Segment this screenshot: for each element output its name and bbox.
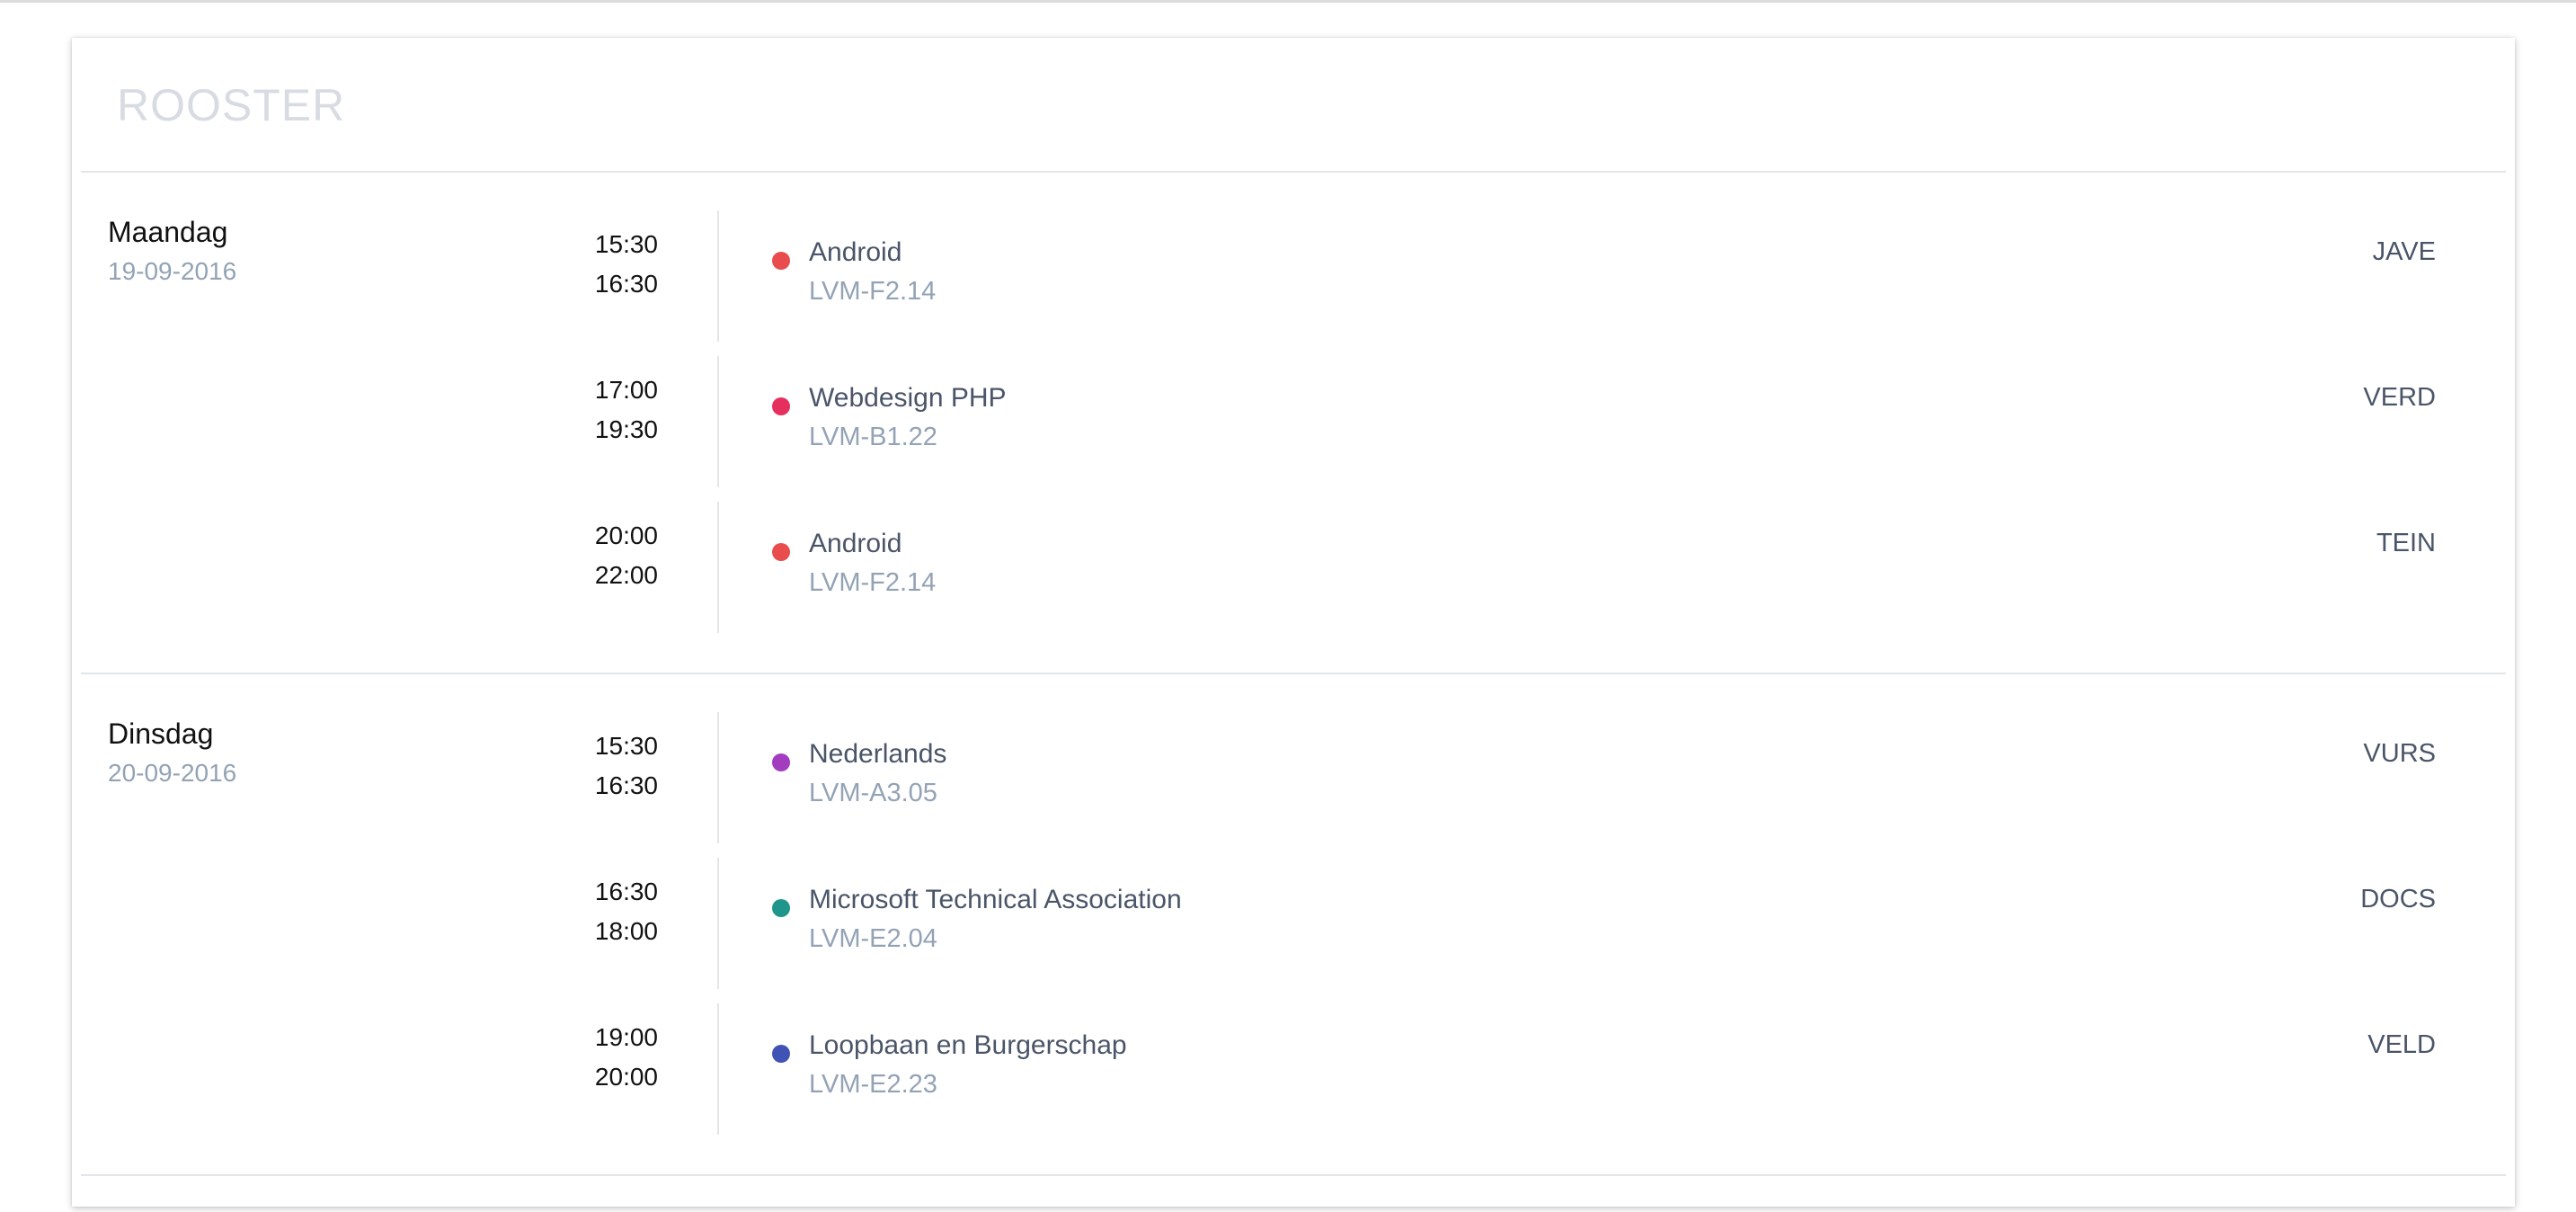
lesson-item[interactable]: 15:30 16:30 Nederlands LVM-A3.05 VURS xyxy=(72,712,2515,843)
room-code: LVM-F2.14 xyxy=(809,568,937,597)
lesson-item[interactable]: 15:30 16:30 Android LVM-F2.14 JAVE xyxy=(72,210,2515,342)
end-time: 16:30 xyxy=(594,270,658,298)
divider xyxy=(81,673,2506,674)
subject-name: Nederlands xyxy=(809,739,947,769)
teacher-code: DOCS xyxy=(2360,885,2436,913)
lesson-item[interactable]: 16:30 18:00 Microsoft Technical Associat… xyxy=(72,858,2515,989)
subject-color-dot xyxy=(772,252,790,270)
schedule-card: ROOSTER Maandag 19-09-2016 15:30 16:30 A… xyxy=(72,38,2515,1207)
subject-color-dot xyxy=(772,397,790,415)
divider xyxy=(81,171,2506,173)
subject-name: Android xyxy=(809,529,902,558)
subject-color-dot xyxy=(772,543,790,561)
timeline-divider xyxy=(717,1003,719,1135)
start-time: 20:00 xyxy=(594,521,658,549)
teacher-code: VERD xyxy=(2363,383,2436,412)
end-time: 16:30 xyxy=(594,771,658,799)
room-code: LVM-E2.23 xyxy=(809,1070,937,1099)
teacher-code: VELD xyxy=(2367,1030,2436,1059)
page-title: ROOSTER xyxy=(117,80,346,130)
teacher-code: TEIN xyxy=(2376,529,2436,557)
lesson-item[interactable]: 19:00 20:00 Loopbaan en Burgerschap LVM-… xyxy=(72,1003,2515,1135)
room-code: LVM-E2.04 xyxy=(809,924,937,953)
start-time: 19:00 xyxy=(594,1023,658,1051)
start-time: 17:00 xyxy=(594,376,658,404)
room-code: LVM-F2.14 xyxy=(809,277,937,306)
subject-color-dot xyxy=(772,899,790,917)
lesson-item[interactable]: 17:00 19:30 Webdesign PHP LVM-B1.22 VERD xyxy=(72,356,2515,487)
room-code: LVM-A3.05 xyxy=(809,779,937,807)
teacher-code: VURS xyxy=(2363,739,2436,768)
timeline-divider xyxy=(717,712,719,843)
teacher-code: JAVE xyxy=(2372,237,2436,266)
lesson-item[interactable]: 20:00 22:00 Android LVM-F2.14 TEIN xyxy=(72,502,2515,633)
start-time: 15:30 xyxy=(594,732,658,760)
top-border xyxy=(0,0,2576,3)
start-time: 15:30 xyxy=(594,230,658,258)
room-code: LVM-B1.22 xyxy=(809,423,937,451)
timeline-divider xyxy=(717,210,719,342)
subject-name: Android xyxy=(809,237,902,267)
end-time: 18:00 xyxy=(594,917,658,945)
subject-name: Microsoft Technical Association xyxy=(809,885,1182,914)
end-time: 19:30 xyxy=(594,415,658,443)
end-time: 20:00 xyxy=(594,1063,658,1091)
subject-name: Webdesign PHP xyxy=(809,383,1007,413)
day-section-monday: Maandag 19-09-2016 15:30 16:30 Android L… xyxy=(72,210,2515,710)
end-time: 22:00 xyxy=(594,561,658,589)
day-section-tuesday: Dinsdag 20-09-2016 15:30 16:30 Nederland… xyxy=(72,712,2515,1212)
subject-name: Loopbaan en Burgerschap xyxy=(809,1030,1127,1060)
timeline-divider xyxy=(717,502,719,633)
subject-color-dot xyxy=(772,753,790,771)
timeline-divider xyxy=(717,356,719,487)
start-time: 16:30 xyxy=(594,878,658,905)
subject-color-dot xyxy=(772,1045,790,1063)
timeline-divider xyxy=(717,858,719,989)
